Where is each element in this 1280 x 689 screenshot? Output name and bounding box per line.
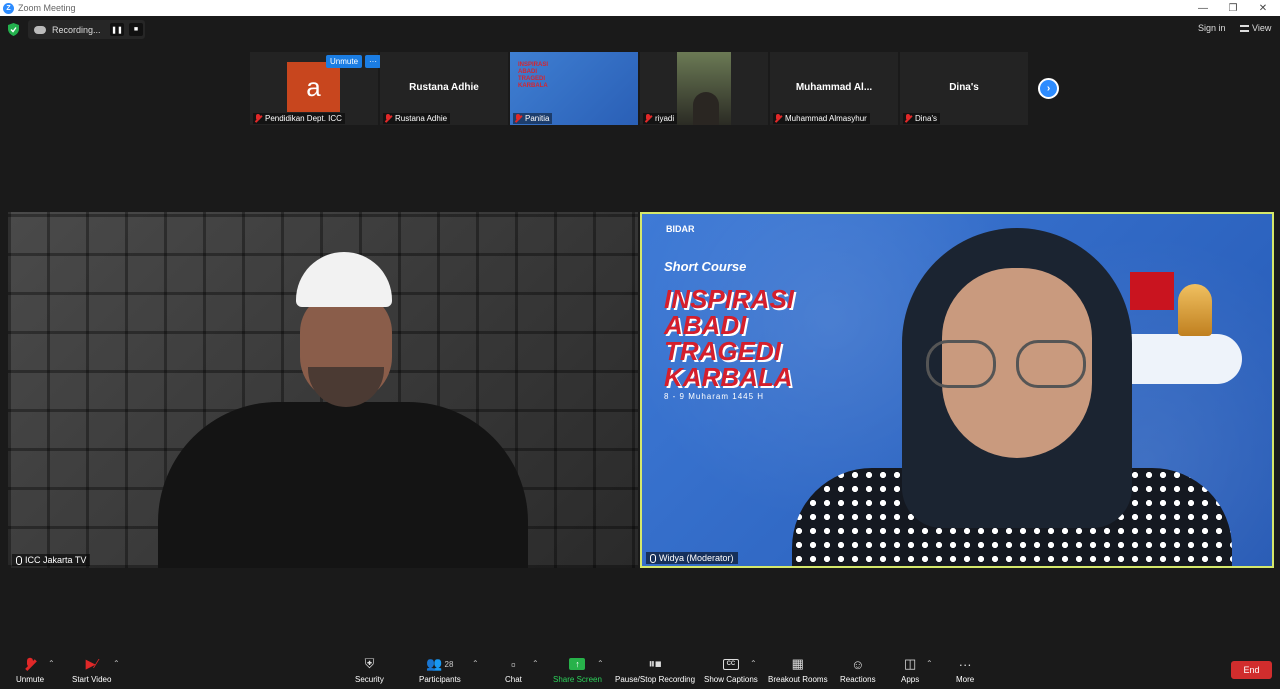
chat-options-caret[interactable]: ⌃	[532, 659, 539, 668]
share-screen-button[interactable]: ↑ Share Screen	[553, 655, 602, 684]
captions-options-caret[interactable]: ⌃	[750, 659, 757, 668]
shield-icon: ⛨	[364, 656, 375, 671]
riyadi-video	[677, 52, 731, 125]
panitia-banner-text: INSPIRASI ABADI TRAGEDI KARBALA	[518, 62, 549, 89]
more-icon: ···	[958, 656, 972, 672]
close-icon[interactable]: ✕	[1248, 0, 1278, 16]
video-name-tag: Widya (Moderator)	[646, 552, 738, 564]
captions-icon: CC	[722, 655, 739, 673]
share-options-caret[interactable]: ⌃	[597, 659, 604, 668]
participant-name-tag: Muhammad Almasyhur	[773, 113, 870, 124]
video-off-icon: ▶⁄	[85, 656, 98, 671]
participant-display-name: Muhammad Al...	[795, 82, 873, 93]
audio-options-caret[interactable]: ⌃	[48, 659, 55, 668]
mic-icon	[650, 553, 656, 563]
meeting-topbar: Recording... ❚❚ ■ Sign in View	[0, 16, 1280, 44]
recording-label: Recording...	[52, 24, 101, 35]
view-button[interactable]: View	[1240, 23, 1271, 33]
window-title: Zoom Meeting	[18, 3, 76, 13]
banner-date: 8 - 9 Muharam 1445 H	[664, 392, 765, 401]
apps-options-caret[interactable]: ⌃	[926, 659, 933, 668]
view-label: View	[1252, 23, 1272, 33]
participant-display-name: Dina's	[949, 82, 979, 93]
avatar: a	[287, 62, 340, 112]
participant-name-tag: Pendidikan Dept. ICC	[253, 113, 345, 124]
start-video-button[interactable]: ▶⁄ Start Video	[72, 655, 111, 684]
more-options-button[interactable]: ···	[365, 55, 382, 68]
reactions-button[interactable]: ☺ Reactions	[840, 655, 876, 685]
video-tile-icc-jakarta[interactable]: ICC Jakarta TV	[8, 212, 638, 568]
participant-name-tag: Panitia	[513, 113, 553, 124]
video-tile-widya[interactable]: BIDAR Short Course INSPIRASI ABADI TRAGE…	[640, 212, 1274, 568]
encryption-shield-icon[interactable]	[8, 23, 19, 36]
meeting-toolbar: Unmute ⌃ ▶⁄ Start Video ⌃ ⛨ Security 👥 28…	[0, 645, 1280, 689]
participant-display-name: Rustana Adhie	[409, 82, 479, 93]
participant-thumb-riyadi[interactable]: riyadi	[640, 52, 768, 125]
minimize-icon[interactable]: —	[1188, 0, 1218, 16]
participants-icon: 👥 28	[426, 656, 454, 671]
view-grid-icon	[1240, 24, 1249, 32]
banner-title: INSPIRASI ABADI TRAGEDI KARBALA	[664, 284, 795, 392]
apps-icon: ◫	[903, 656, 917, 671]
participant-name-tag: riyadi	[643, 113, 678, 124]
mic-muted-icon	[904, 114, 912, 123]
cloud-record-icon	[34, 25, 46, 34]
thumb-hover-controls: Unmute ···	[326, 55, 382, 68]
window-titlebar: Z Zoom Meeting — ❐ ✕	[0, 0, 1280, 16]
unmute-participant-button[interactable]: Unmute	[326, 55, 363, 68]
video-name-tag: ICC Jakarta TV	[12, 554, 91, 566]
chevron-right-icon: ›	[1046, 83, 1051, 94]
participant-thumb-panitia[interactable]: INSPIRASI ABADI TRAGEDI KARBALA Panitia	[510, 52, 638, 125]
pause-recording-button[interactable]: ❚❚	[110, 23, 124, 36]
mic-muted-icon	[26, 655, 34, 673]
stop-recording-button[interactable]: ■	[129, 23, 143, 36]
mic-muted-icon	[254, 114, 262, 123]
chat-icon: ▫	[511, 656, 516, 672]
participant-thumb-muhammad[interactable]: Muhammad Al... Muhammad Almasyhur	[770, 52, 898, 125]
recording-indicator: Recording... ❚❚ ■	[28, 20, 145, 39]
speaker-figure	[158, 252, 528, 568]
chat-button[interactable]: ▫ Chat	[505, 655, 522, 685]
participants-count: 28	[444, 659, 454, 669]
mic-icon	[16, 555, 22, 565]
breakout-rooms-icon: ▦	[791, 656, 804, 671]
moderator-figure	[792, 228, 1232, 566]
reactions-icon: ☺	[851, 656, 865, 672]
share-screen-icon: ↑	[569, 655, 586, 673]
participant-name-tag: Rustana Adhie	[383, 113, 451, 124]
sign-in-link[interactable]: Sign in	[1198, 23, 1226, 33]
video-options-caret[interactable]: ⌃	[113, 659, 120, 668]
participants-button[interactable]: 👥 28 Participants	[419, 655, 461, 684]
more-button[interactable]: ··· More	[956, 655, 974, 685]
pause-stop-recording-button[interactable]: ⏸⏹ Pause/Stop Recording	[615, 655, 695, 684]
apps-button[interactable]: ◫ Apps	[901, 655, 919, 684]
security-button[interactable]: ⛨ Security	[355, 655, 384, 684]
next-page-button[interactable]: ›	[1038, 78, 1059, 99]
mic-muted-icon	[644, 114, 652, 123]
mic-muted-icon	[514, 114, 522, 123]
unmute-button[interactable]: Unmute	[16, 655, 44, 684]
participant-thumb-dina[interactable]: Dina's Dina's	[900, 52, 1028, 125]
participant-thumb-rustana[interactable]: Rustana Adhie Rustana Adhie	[380, 52, 508, 125]
end-meeting-button[interactable]: End	[1231, 661, 1272, 679]
bidar-logo: BIDAR	[666, 224, 695, 234]
mic-muted-icon	[774, 114, 782, 123]
participant-name-tag: Dina's	[903, 113, 940, 124]
zoom-logo-icon: Z	[3, 2, 14, 14]
restore-icon[interactable]: ❐	[1218, 0, 1248, 16]
banner-subtitle: Short Course	[664, 259, 747, 274]
breakout-rooms-button[interactable]: ▦ Breakout Rooms	[768, 655, 828, 684]
mic-muted-icon	[384, 114, 392, 123]
pause-stop-icon: ⏸⏹	[648, 656, 662, 671]
participants-options-caret[interactable]: ⌃	[472, 659, 479, 668]
